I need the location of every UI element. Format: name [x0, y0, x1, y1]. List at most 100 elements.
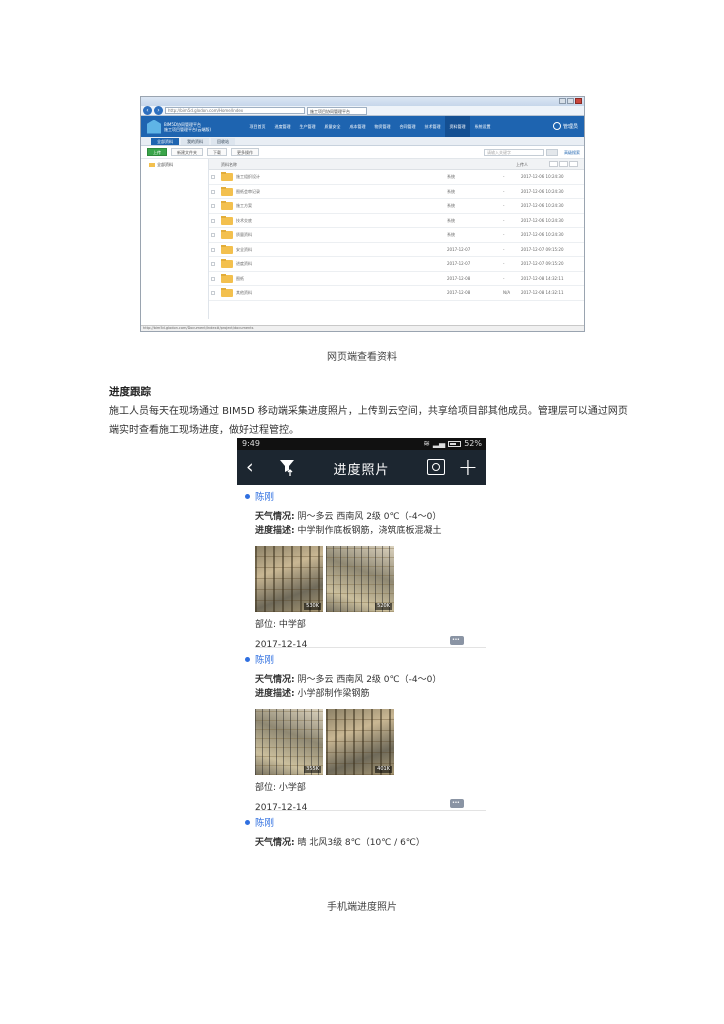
forward-icon[interactable]: ›	[154, 106, 163, 115]
row-checkbox[interactable]	[211, 204, 215, 208]
menu-item[interactable]: 生产管理	[295, 116, 320, 137]
phone-appbar: ‹ 进度照片 +	[237, 450, 486, 485]
search-icon[interactable]	[546, 149, 558, 156]
menu-item-active[interactable]: 资料管理	[445, 116, 470, 137]
location-line: 部位: 中学部	[255, 618, 486, 632]
progress-photo[interactable]: 355K	[255, 709, 323, 775]
weather-line: 天气情况: 阴～多云 西南风 2级 0℃（-4～0）	[255, 510, 486, 524]
menu-item[interactable]: 成本管理	[345, 116, 370, 137]
table-row[interactable]: 施工方案 系统 - 2017-12-06 10:24:30	[209, 199, 584, 214]
brand-name: BIM5D协同管理平台 施工项目管理平台(云端版)	[164, 122, 234, 132]
file-date: 2017-12-08 14:32:11	[521, 290, 564, 295]
refresh-icon[interactable]	[549, 161, 558, 167]
camera-icon[interactable]	[427, 459, 445, 475]
file-name[interactable]: 图纸	[236, 276, 244, 282]
table-row[interactable]: 技术交底 系统 - 2017-12-06 10:24:30	[209, 214, 584, 228]
search-input[interactable]: 请输入关键字	[484, 149, 544, 156]
row-checkbox[interactable]	[211, 247, 215, 252]
progress-photo[interactable]: 530K	[255, 546, 323, 612]
entry-footer: 2017-12-14	[255, 632, 486, 650]
upload-button[interactable]: 上传	[147, 148, 167, 156]
table-row[interactable]: 其他资料 2017-12-08 N/A 2017-12-08 14:32:11	[209, 286, 584, 301]
row-checkbox[interactable]	[211, 291, 215, 295]
table-row[interactable]: 图纸 2017-12-08 - 2017-12-08 14:32:11	[209, 272, 584, 286]
more-button[interactable]: 更多操作	[231, 148, 259, 156]
main-menu: 项目首页 进度管理 生产管理 质量安全 成本管理 物资管理 合同管理 技术管理 …	[245, 116, 495, 137]
browser-titlebar	[141, 97, 584, 106]
menu-item[interactable]: 进度管理	[270, 116, 295, 137]
entry-author[interactable]: 陈刚	[255, 652, 486, 669]
menu-item[interactable]: 项目首页	[245, 116, 270, 137]
maximize-icon[interactable]	[567, 98, 574, 104]
file-owner: 2017-12-08	[447, 275, 471, 281]
subnav-tab-recycle[interactable]: 回收站	[211, 138, 235, 145]
menu-item[interactable]: 系统设置	[470, 116, 495, 137]
folder-icon	[221, 259, 233, 268]
table-row[interactable]: 图纸会审记录 系统 - 2017-12-06 10:24:30	[209, 185, 584, 199]
back-icon[interactable]: ‹	[143, 106, 152, 115]
entry-author[interactable]: 陈刚	[255, 815, 486, 832]
table-row[interactable]: 安全资料 2017-12-07 - 2017-12-07 09:15:20	[209, 243, 584, 257]
bullet-dot	[245, 494, 250, 499]
subnav-tab-mine[interactable]: 我的资料	[181, 138, 209, 145]
file-name[interactable]: 其他资料	[236, 290, 252, 296]
bullet-dot	[245, 657, 250, 662]
file-name[interactable]: 安全资料	[236, 247, 252, 253]
table-row[interactable]: 施工组织设计 系统 - 2017-12-06 10:24:30	[209, 170, 584, 185]
table-row[interactable]: 质量资料 系统 - 2017-12-06 10:24:30	[209, 228, 584, 243]
location-value: 中学部	[278, 620, 306, 630]
file-name[interactable]: 进度资料	[236, 261, 252, 267]
menu-item[interactable]: 合同管理	[395, 116, 420, 137]
folder-icon	[221, 230, 233, 239]
photo-strip: 530K 520K	[255, 546, 486, 612]
entry-author[interactable]: 陈刚	[255, 489, 486, 506]
row-checkbox[interactable]	[211, 189, 215, 194]
brand-line2: 施工项目管理平台(云端版)	[164, 126, 212, 132]
add-icon[interactable]: +	[458, 452, 478, 482]
new-folder-button[interactable]: 新建文件夹	[171, 148, 203, 156]
file-owner: 系统	[447, 203, 455, 208]
list-view-icon[interactable]	[559, 161, 568, 167]
minimize-icon[interactable]	[559, 98, 566, 104]
file-name[interactable]: 质量资料	[236, 232, 252, 238]
user-menu[interactable]: 管理员	[552, 122, 578, 130]
subnav-tab-all[interactable]: 全部资料	[151, 138, 179, 145]
browser-statusbar: http://bim5d.glodon.com/Document/Index#/…	[141, 325, 584, 331]
column-name[interactable]: 资料名称	[221, 162, 237, 168]
download-button[interactable]: 下载	[207, 148, 227, 156]
photo-strip: 355K 401K	[255, 709, 486, 775]
location-line: 部位: 小学部	[255, 781, 486, 795]
menu-item[interactable]: 物资管理	[370, 116, 395, 137]
file-grid: 资料名称 上传人 施工组织设计 系统 -2017-12-06 10:24:30 图纸会…	[209, 159, 584, 319]
section-paragraph: 施工人员每天在现场通过 BIM5D 移动端采集进度照片，上传到云空间，共享给项目…	[109, 406, 628, 436]
tree-node-root[interactable]: 全部资料	[141, 162, 208, 168]
address-bar[interactable]: http://bim5d.glodon.com/Home/Index	[165, 107, 305, 114]
progress-photo[interactable]: 401K	[326, 709, 394, 775]
row-checkbox[interactable]	[211, 233, 215, 237]
file-name[interactable]: 施工方案	[236, 203, 252, 209]
browser-tab[interactable]: 施工项目协同管理平台	[307, 106, 367, 115]
row-checkbox[interactable]	[211, 276, 215, 281]
file-name[interactable]: 图纸会审记录	[236, 189, 260, 195]
file-date: 2017-12-06 10:24:30	[521, 203, 564, 208]
comment-icon[interactable]	[450, 799, 464, 808]
row-checkbox[interactable]	[211, 262, 215, 266]
comment-icon[interactable]	[450, 636, 464, 645]
advanced-search-link[interactable]: 高级搜索	[564, 149, 580, 156]
column-uploader[interactable]: 上传人	[516, 162, 528, 168]
file-name[interactable]: 施工组织设计	[236, 174, 260, 180]
close-icon[interactable]	[575, 98, 582, 104]
menu-item[interactable]: 质量安全	[320, 116, 345, 137]
row-checkbox[interactable]	[211, 175, 215, 179]
file-date: 2017-12-06 10:24:30	[521, 217, 564, 223]
file-size: -	[503, 188, 505, 194]
status-time: 9:49	[242, 439, 260, 448]
table-row[interactable]: 进度资料 2017-12-07 - 2017-12-07 09:15:20	[209, 257, 584, 272]
weather-value: 晴 北风3级 8℃（10℃ / 6℃）	[297, 838, 425, 848]
grid-view-icon[interactable]	[569, 161, 578, 167]
row-checkbox[interactable]	[211, 218, 215, 223]
file-name[interactable]: 技术交底	[236, 218, 252, 224]
progress-photo[interactable]: 520K	[326, 546, 394, 612]
menu-item[interactable]: 技术管理	[420, 116, 445, 137]
file-owner: 系统	[447, 217, 455, 223]
